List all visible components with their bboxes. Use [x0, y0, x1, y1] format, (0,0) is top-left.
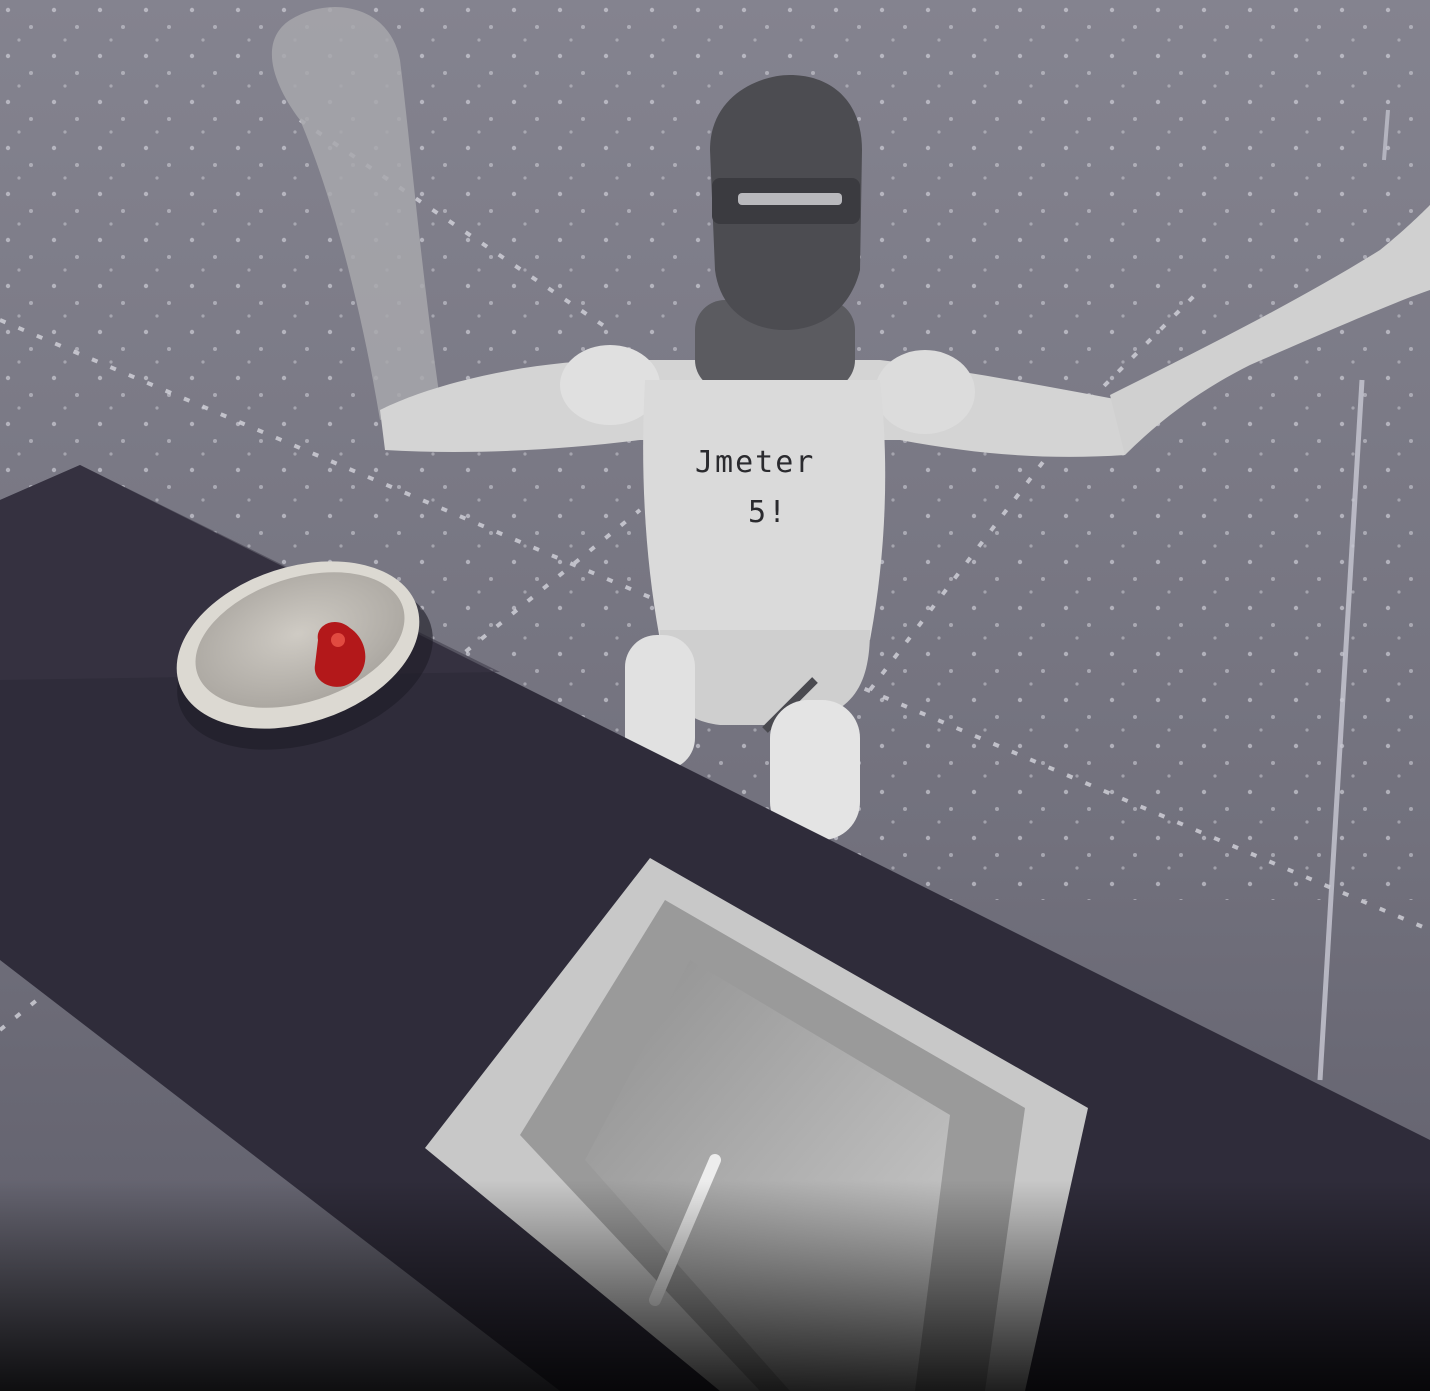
- robot-right-shoulder: [875, 350, 975, 434]
- robot-visor-highlight: [738, 193, 842, 205]
- bottom-vignette: [0, 1180, 1430, 1391]
- red-object-highlight: [331, 633, 345, 647]
- robot-chest-text-2: 5!: [748, 495, 788, 530]
- scene-canvas: Jmeter 5!: [0, 0, 1430, 1391]
- robot-chest-text-1: Jmeter: [695, 445, 815, 480]
